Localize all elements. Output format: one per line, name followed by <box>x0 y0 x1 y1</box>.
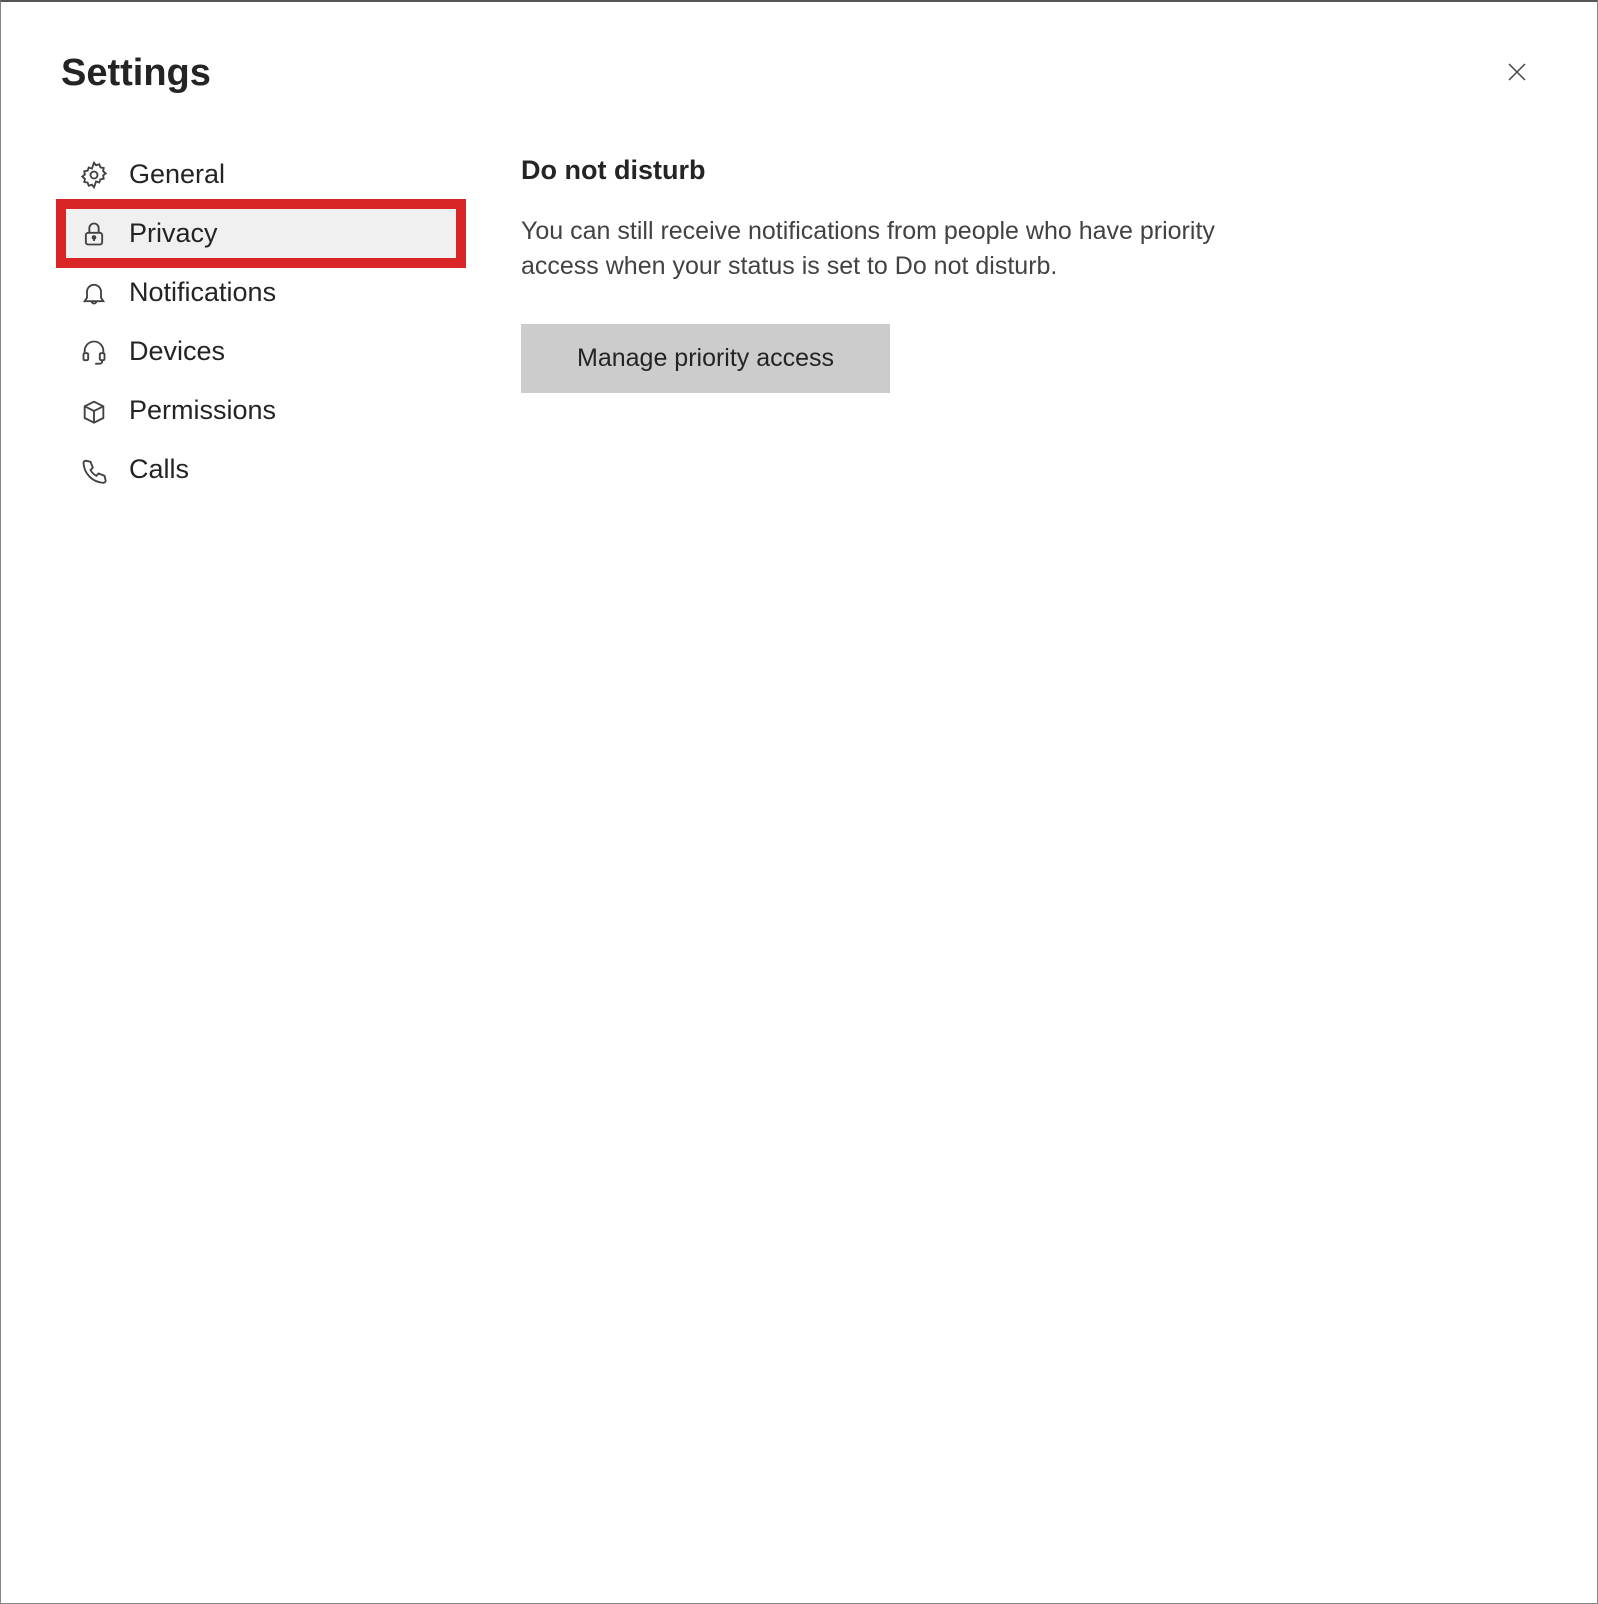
phone-icon <box>79 455 109 485</box>
sidebar-item-general[interactable]: General <box>61 145 461 204</box>
section-description: You can still receive notifications from… <box>521 214 1281 284</box>
manage-priority-access-button[interactable]: Manage priority access <box>521 324 890 393</box>
sidebar-item-calls[interactable]: Calls <box>61 440 461 499</box>
headset-icon <box>79 337 109 367</box>
page-title: Settings <box>61 52 211 95</box>
sidebar-item-label: Permissions <box>129 395 276 426</box>
settings-dialog: Settings General <box>1 2 1597 1603</box>
settings-main: Do not disturb You can still receive not… <box>521 145 1537 499</box>
sidebar-item-label: General <box>129 159 225 190</box>
settings-header: Settings <box>61 52 1537 95</box>
bell-icon <box>79 278 109 308</box>
section-title: Do not disturb <box>521 155 1537 186</box>
close-button[interactable] <box>1497 52 1537 95</box>
sidebar-item-devices[interactable]: Devices <box>61 322 461 381</box>
settings-sidebar: General Privacy <box>61 145 461 499</box>
lock-icon <box>79 219 109 249</box>
gear-icon <box>79 160 109 190</box>
sidebar-item-permissions[interactable]: Permissions <box>61 381 461 440</box>
sidebar-item-label: Notifications <box>129 277 276 308</box>
sidebar-item-label: Calls <box>129 454 189 485</box>
close-icon <box>1505 72 1529 87</box>
sidebar-item-privacy[interactable]: Privacy <box>61 204 461 263</box>
sidebar-item-notifications[interactable]: Notifications <box>61 263 461 322</box>
sidebar-item-label: Devices <box>129 336 225 367</box>
sidebar-item-label: Privacy <box>129 218 218 249</box>
box-icon <box>79 396 109 426</box>
settings-body: General Privacy <box>61 145 1537 499</box>
